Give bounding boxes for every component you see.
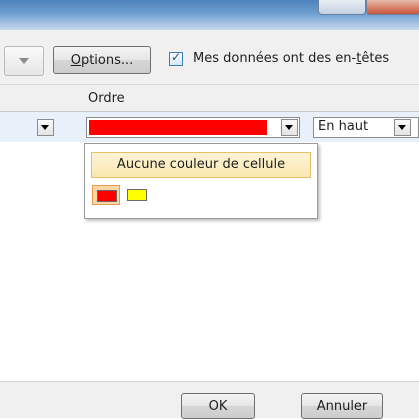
ok-button[interactable]: OK xyxy=(181,393,255,419)
chevron-down-icon xyxy=(19,58,29,64)
toolbar: Options... ✓ Mes données ont des en-tête… xyxy=(0,30,419,82)
copy-level-dropdown[interactable] xyxy=(4,46,44,76)
order-color-combo[interactable] xyxy=(86,117,300,138)
no-cell-color-option[interactable]: Aucune couleur de cellule xyxy=(91,152,311,178)
checkmark-icon: ✓ xyxy=(171,50,182,64)
swatch-option-yellow[interactable] xyxy=(123,185,151,205)
order-column-header: Ordre xyxy=(88,91,125,106)
position-dropdown-button[interactable] xyxy=(394,119,411,136)
sort-on-dropdown-button[interactable] xyxy=(37,119,54,136)
title-bar xyxy=(0,0,419,30)
yellow-swatch xyxy=(127,189,147,201)
position-combo[interactable]: En haut xyxy=(313,117,419,138)
options-label: ptions... xyxy=(80,53,134,68)
dialog-footer: OK Annuler xyxy=(0,381,419,419)
color-dropdown-button[interactable] xyxy=(281,119,298,136)
chevron-down-icon xyxy=(41,125,49,130)
options-button[interactable]: Options... xyxy=(53,46,151,74)
swatch-option-red[interactable] xyxy=(92,185,120,205)
headers-label-start: Mes données ont des en- xyxy=(193,51,357,66)
chevron-down-icon xyxy=(285,125,293,130)
close-button[interactable] xyxy=(366,0,419,15)
sort-dialog: Options... ✓ Mes données ont des en-tête… xyxy=(0,30,419,419)
sort-levels-list: En haut Aucune couleur de cellule xyxy=(0,111,419,382)
headers-label-end: êtes xyxy=(361,51,390,66)
color-dropdown-popup: Aucune couleur de cellule xyxy=(84,143,318,219)
chevron-down-icon xyxy=(398,125,406,130)
headers-checkbox[interactable]: ✓ xyxy=(169,50,183,66)
position-value: En haut xyxy=(318,119,369,134)
headers-checkbox-label[interactable]: Mes données ont des en-têtes xyxy=(193,51,389,66)
cancel-button[interactable]: Annuler xyxy=(301,393,383,419)
options-accel: O xyxy=(70,53,81,68)
red-swatch xyxy=(97,190,117,202)
selected-color-fill xyxy=(89,120,267,135)
column-header-row: Ordre xyxy=(0,84,419,112)
sort-level-row[interactable]: En haut xyxy=(0,112,419,142)
maximize-button[interactable] xyxy=(318,0,366,15)
